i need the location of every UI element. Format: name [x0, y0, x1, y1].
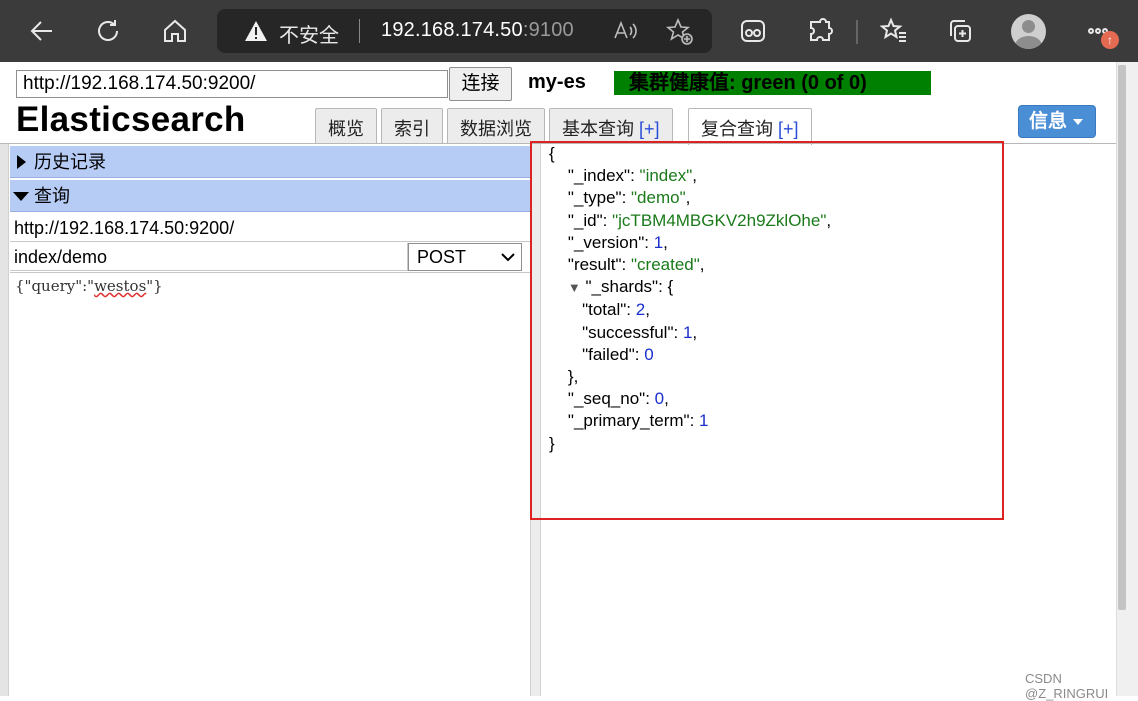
scrollbar-thumb[interactable] — [1118, 65, 1126, 610]
address-bar[interactable]: 不安全 192.168.174.50:9100 — [217, 9, 712, 53]
query-label: 查询 — [34, 186, 70, 206]
avatar-head — [1022, 20, 1035, 33]
query-body-editor[interactable]: {"query":"westos"} — [10, 272, 530, 696]
update-badge-icon: ↑ — [1101, 31, 1119, 49]
cluster-name: my-es — [528, 71, 586, 93]
cluster-health-badge: 集群健康值: green (0 of 0) — [614, 71, 931, 95]
query-section-header[interactable]: 查询 — [10, 180, 530, 212]
tab-compound-query[interactable]: 复合查询 [+] — [688, 108, 812, 145]
profile-icon[interactable] — [1011, 14, 1046, 49]
query-url-field[interactable]: http://192.168.174.50:9200/ — [10, 214, 530, 242]
method-select[interactable]: POST — [408, 243, 522, 271]
collapse-arrow-icon — [13, 192, 29, 201]
toolbar-separator — [856, 20, 858, 44]
address-separator — [359, 19, 360, 43]
tracking-icon[interactable] — [733, 10, 773, 52]
tab-browser[interactable]: 数据浏览 — [447, 108, 545, 143]
app-logo: Elasticsearch — [16, 100, 246, 139]
highlight-box — [530, 141, 1004, 520]
tab-basic-query[interactable]: 基本查询 [+] — [549, 108, 673, 143]
back-icon[interactable] — [22, 10, 62, 52]
expand-arrow-icon — [17, 155, 26, 169]
favorites-icon[interactable] — [874, 10, 914, 52]
security-label[interactable]: 不安全 — [279, 19, 339, 48]
refresh-icon[interactable] — [88, 10, 128, 52]
tab-indices[interactable]: 索引 — [381, 108, 443, 143]
info-button[interactable]: 信息 — [1018, 105, 1096, 138]
collections-icon[interactable] — [940, 10, 980, 52]
tab-overview[interactable]: 概览 — [315, 108, 377, 143]
home-icon[interactable] — [155, 10, 195, 52]
chevron-down-icon — [501, 253, 515, 262]
history-label: 历史记录 — [34, 152, 106, 172]
method-value: POST — [417, 247, 467, 267]
connect-button[interactable]: 连接 — [449, 67, 512, 101]
browser-toolbar: 不安全 192.168.174.50:9100 ↑ — [0, 0, 1138, 62]
favorite-add-icon[interactable] — [665, 17, 695, 51]
url-text[interactable]: 192.168.174.50:9100 — [381, 19, 574, 42]
watermark: CSDN @Z_RINGRUI — [1025, 671, 1109, 701]
chevron-down-icon — [1073, 118, 1084, 125]
warning-icon — [244, 20, 268, 47]
history-section-header[interactable]: 历史记录 — [10, 146, 530, 178]
left-edge — [0, 144, 9, 696]
connection-url-input[interactable] — [16, 70, 448, 98]
query-path-field[interactable]: index/demo — [10, 243, 408, 271]
tab-basic-query-plus[interactable]: [+] — [639, 119, 660, 139]
tab-compound-query-plus[interactable]: [+] — [778, 119, 799, 139]
read-aloud-icon[interactable] — [612, 18, 640, 49]
extensions-icon[interactable] — [800, 10, 840, 52]
avatar-body — [1015, 36, 1042, 49]
